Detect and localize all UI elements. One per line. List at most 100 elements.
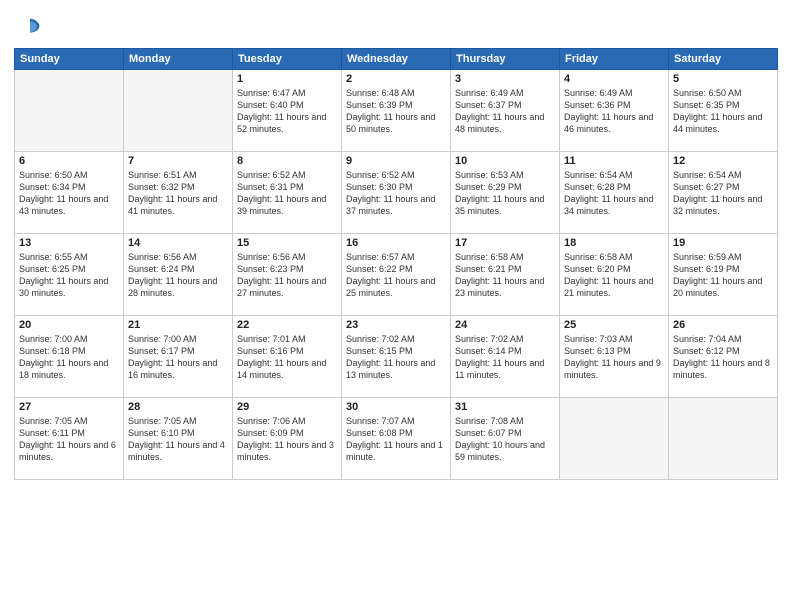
header-wednesday: Wednesday [342,49,451,70]
day-info: Sunrise: 6:50 AM Sunset: 6:34 PM Dayligh… [19,169,119,218]
header-tuesday: Tuesday [233,49,342,70]
day-info: Sunrise: 6:58 AM Sunset: 6:21 PM Dayligh… [455,251,555,300]
day-cell: 11Sunrise: 6:54 AM Sunset: 6:28 PM Dayli… [560,152,669,234]
day-info: Sunrise: 6:57 AM Sunset: 6:22 PM Dayligh… [346,251,446,300]
day-number: 27 [19,401,119,413]
day-number: 24 [455,319,555,331]
day-number: 26 [673,319,773,331]
day-info: Sunrise: 6:55 AM Sunset: 6:25 PM Dayligh… [19,251,119,300]
day-number: 29 [237,401,337,413]
day-cell: 31Sunrise: 7:08 AM Sunset: 6:07 PM Dayli… [451,398,560,480]
day-cell: 7 Sunrise: 6:51 AM Sunset: 6:32 PM Daylig… [124,152,233,234]
day-number: 3 [455,73,555,85]
day-number: 2 [346,73,446,85]
day-cell: 9 Sunrise: 6:52 AM Sunset: 6:30 PM Daylig… [342,152,451,234]
day-cell: 4 Sunrise: 6:49 AM Sunset: 6:36 PM Daylig… [560,70,669,152]
day-cell: 13 Sunrise: 6:55 AM Sunset: 6:25 PM Dayli… [15,234,124,316]
day-cell: 26 Sunrise: 7:04 AM Sunset: 6:12 PM Dayli… [669,316,778,398]
day-info: Sunrise: 7:04 AM Sunset: 6:12 PM Dayligh… [673,333,773,382]
week-row-0: 1 Sunrise: 6:47 AM Sunset: 6:40 PM Daylig… [15,70,778,152]
day-cell: 21 Sunrise: 7:00 AM Sunset: 6:17 PM Dayli… [124,316,233,398]
header-saturday: Saturday [669,49,778,70]
day-cell: 8Sunrise: 6:52 AM Sunset: 6:31 PM Daylig… [233,152,342,234]
day-cell [669,398,778,480]
day-number: 1 [237,73,337,85]
day-number: 11 [564,155,664,167]
day-info: Sunrise: 6:58 AM Sunset: 6:20 PM Dayligh… [564,251,664,300]
day-cell: 10 Sunrise: 6:53 AM Sunset: 6:29 PM Dayli… [451,152,560,234]
calendar-table: SundayMondayTuesdayWednesdayThursdayFrid… [14,48,778,480]
day-info: Sunrise: 6:47 AM Sunset: 6:40 PM Dayligh… [237,87,337,136]
day-info: Sunrise: 6:52 AM Sunset: 6:30 PM Dayligh… [346,169,446,218]
day-number: 30 [346,401,446,413]
day-info: Sunrise: 6:51 AM Sunset: 6:32 PM Dayligh… [128,169,228,218]
day-cell: 6 Sunrise: 6:50 AM Sunset: 6:34 PM Daylig… [15,152,124,234]
day-number: 17 [455,237,555,249]
day-cell: 22Sunrise: 7:01 AM Sunset: 6:16 PM Dayli… [233,316,342,398]
day-info: Sunrise: 7:00 AM Sunset: 6:18 PM Dayligh… [19,333,119,382]
day-cell: 28 Sunrise: 7:05 AM Sunset: 6:10 PM Dayli… [124,398,233,480]
day-cell: 5Sunrise: 6:50 AM Sunset: 6:35 PM Daylig… [669,70,778,152]
day-number: 13 [19,237,119,249]
day-info: Sunrise: 6:56 AM Sunset: 6:24 PM Dayligh… [128,251,228,300]
day-number: 16 [346,237,446,249]
day-cell [560,398,669,480]
day-number: 25 [564,319,664,331]
day-number: 12 [673,155,773,167]
day-cell: 17 Sunrise: 6:58 AM Sunset: 6:21 PM Dayli… [451,234,560,316]
day-info: Sunrise: 6:56 AM Sunset: 6:23 PM Dayligh… [237,251,337,300]
day-cell: 3 Sunrise: 6:49 AM Sunset: 6:37 PM Daylig… [451,70,560,152]
day-cell: 24 Sunrise: 7:02 AM Sunset: 6:14 PM Dayli… [451,316,560,398]
day-info: Sunrise: 7:05 AM Sunset: 6:10 PM Dayligh… [128,415,228,464]
week-row-2: 13 Sunrise: 6:55 AM Sunset: 6:25 PM Dayli… [15,234,778,316]
day-cell: 16 Sunrise: 6:57 AM Sunset: 6:22 PM Dayli… [342,234,451,316]
day-number: 18 [564,237,664,249]
day-cell: 30 Sunrise: 7:07 AM Sunset: 6:08 PM Dayli… [342,398,451,480]
logo-icon [16,14,44,42]
day-number: 4 [564,73,664,85]
day-cell: 27 Sunrise: 7:05 AM Sunset: 6:11 PM Dayli… [15,398,124,480]
day-info: Sunrise: 6:50 AM Sunset: 6:35 PM Dayligh… [673,87,773,136]
day-number: 19 [673,237,773,249]
day-info: Sunrise: 7:00 AM Sunset: 6:17 PM Dayligh… [128,333,228,382]
day-cell: 25Sunrise: 7:03 AM Sunset: 6:13 PM Dayli… [560,316,669,398]
day-cell: 12Sunrise: 6:54 AM Sunset: 6:27 PM Dayli… [669,152,778,234]
day-number: 7 [128,155,228,167]
day-info: Sunrise: 7:06 AM Sunset: 6:09 PM Dayligh… [237,415,337,464]
day-info: Sunrise: 6:53 AM Sunset: 6:29 PM Dayligh… [455,169,555,218]
day-cell: 23Sunrise: 7:02 AM Sunset: 6:15 PM Dayli… [342,316,451,398]
day-cell: 29 Sunrise: 7:06 AM Sunset: 6:09 PM Dayli… [233,398,342,480]
day-number: 9 [346,155,446,167]
day-number: 20 [19,319,119,331]
page: SundayMondayTuesdayWednesdayThursdayFrid… [0,0,792,612]
calendar-header-row: SundayMondayTuesdayWednesdayThursdayFrid… [15,49,778,70]
week-row-1: 6 Sunrise: 6:50 AM Sunset: 6:34 PM Daylig… [15,152,778,234]
day-info: Sunrise: 6:52 AM Sunset: 6:31 PM Dayligh… [237,169,337,218]
day-cell [15,70,124,152]
day-number: 31 [455,401,555,413]
day-info: Sunrise: 7:07 AM Sunset: 6:08 PM Dayligh… [346,415,446,464]
header-sunday: Sunday [15,49,124,70]
day-info: Sunrise: 6:59 AM Sunset: 6:19 PM Dayligh… [673,251,773,300]
week-row-3: 20 Sunrise: 7:00 AM Sunset: 6:18 PM Dayli… [15,316,778,398]
day-info: Sunrise: 6:49 AM Sunset: 6:36 PM Dayligh… [564,87,664,136]
day-info: Sunrise: 7:02 AM Sunset: 6:14 PM Dayligh… [455,333,555,382]
header-thursday: Thursday [451,49,560,70]
day-info: Sunrise: 6:48 AM Sunset: 6:39 PM Dayligh… [346,87,446,136]
header-friday: Friday [560,49,669,70]
day-info: Sunrise: 7:05 AM Sunset: 6:11 PM Dayligh… [19,415,119,464]
day-cell: 20 Sunrise: 7:00 AM Sunset: 6:18 PM Dayli… [15,316,124,398]
day-number: 21 [128,319,228,331]
day-cell: 14 Sunrise: 6:56 AM Sunset: 6:24 PM Dayli… [124,234,233,316]
day-info: Sunrise: 6:49 AM Sunset: 6:37 PM Dayligh… [455,87,555,136]
day-number: 28 [128,401,228,413]
logo [14,14,44,42]
day-cell: 15Sunrise: 6:56 AM Sunset: 6:23 PM Dayli… [233,234,342,316]
day-cell [124,70,233,152]
header-monday: Monday [124,49,233,70]
day-number: 23 [346,319,446,331]
day-number: 6 [19,155,119,167]
day-cell: 1 Sunrise: 6:47 AM Sunset: 6:40 PM Daylig… [233,70,342,152]
day-number: 14 [128,237,228,249]
day-number: 10 [455,155,555,167]
